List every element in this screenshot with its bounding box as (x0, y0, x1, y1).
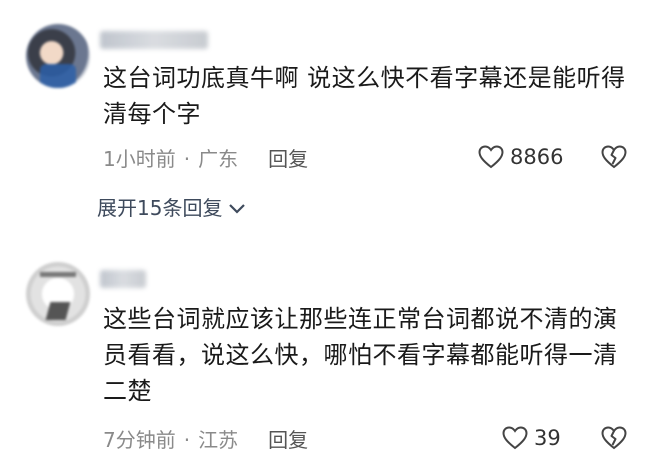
reply-button[interactable]: 回复 (268, 147, 308, 171)
broken-heart-icon (600, 426, 628, 450)
comment-location: 江苏 (198, 428, 239, 452)
comment-meta: 1小时前 · 广东 回复 (103, 147, 308, 171)
comment-meta: 7分钟前 · 江苏 回复 (103, 428, 308, 452)
like-count: 39 (534, 426, 561, 450)
meta-separator: · (183, 428, 191, 452)
comment-text: 这些台词就应该让那些连正常台词都说不清的演员看看，说这么快，哪怕不看字幕都能听得… (103, 305, 618, 405)
expand-replies-label: 展开15条回复 (97, 196, 223, 220)
avatar[interactable] (26, 24, 90, 88)
username-blurred[interactable] (100, 31, 208, 49)
like-button[interactable]: 39 (502, 426, 561, 450)
username-blurred[interactable] (100, 270, 146, 288)
like-button[interactable]: 8866 (478, 145, 563, 169)
dislike-button[interactable] (600, 145, 628, 169)
heart-outline-icon (502, 426, 528, 450)
avatar[interactable] (26, 262, 90, 326)
comment-time: 7分钟前 (103, 428, 176, 452)
dislike-button[interactable] (600, 426, 628, 450)
comment-location: 广东 (198, 147, 239, 171)
comment-text: 这台词功底真牛啊 说这么快不看字幕还是能听得清每个字 (103, 64, 626, 128)
heart-outline-icon (478, 145, 504, 169)
chevron-down-icon (228, 196, 246, 220)
expand-replies-button[interactable]: 展开15条回复 (97, 196, 246, 220)
broken-heart-icon (600, 145, 628, 169)
meta-separator: · (183, 147, 191, 171)
reply-button[interactable]: 回复 (268, 428, 308, 452)
like-count: 8866 (510, 145, 564, 169)
comment-time: 1小时前 (103, 147, 176, 171)
